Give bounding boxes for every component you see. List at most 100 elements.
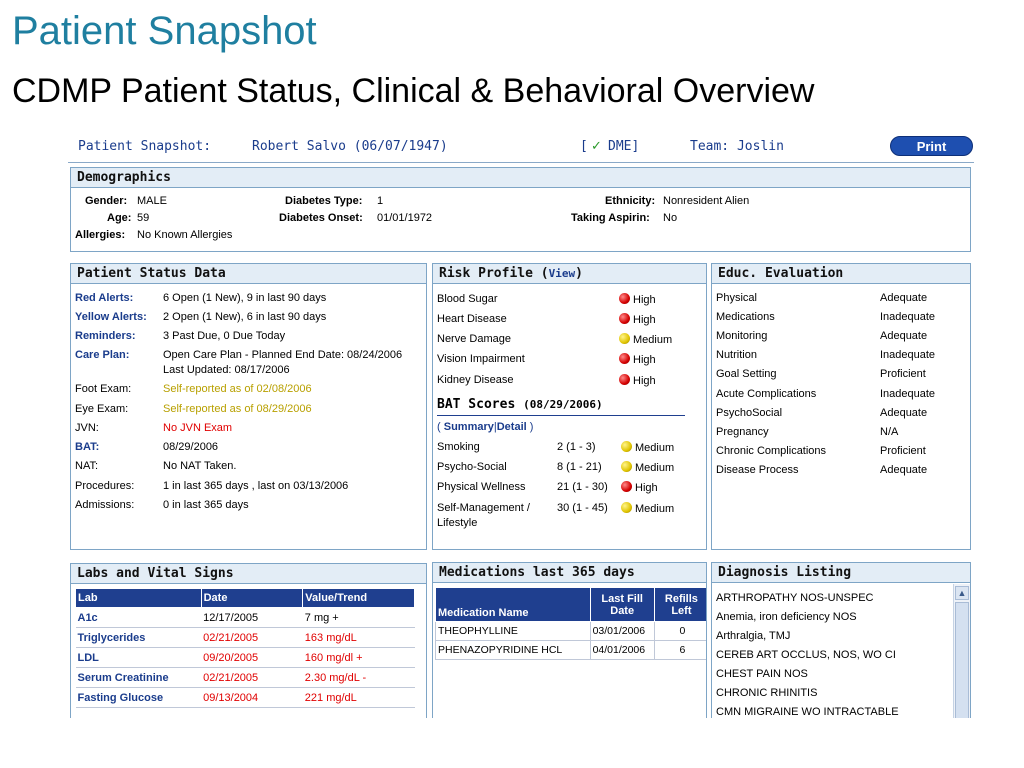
bat-level: High xyxy=(621,481,658,494)
bat-level: Medium xyxy=(621,502,674,515)
educ-topic: Acute Complications xyxy=(716,388,817,400)
lab-name[interactable]: A1c xyxy=(75,607,202,628)
risk-level-text: High xyxy=(633,294,656,306)
header-divider xyxy=(68,162,974,163)
list-item[interactable]: Anemia, iron deficiency NOS xyxy=(716,611,857,623)
nat-label: NAT: xyxy=(75,460,99,472)
yellow-alerts-link[interactable]: Yellow Alerts: xyxy=(75,311,147,323)
column-header[interactable]: Value/Trend xyxy=(302,588,415,608)
list-item[interactable]: CMN MIGRAINE WO INTRACTABLE xyxy=(716,706,899,718)
column-header[interactable]: Date xyxy=(200,588,304,608)
yellow-status-icon xyxy=(619,333,630,344)
red-alerts-link[interactable]: Red Alerts: xyxy=(75,292,133,304)
panel-title: Demographics xyxy=(71,168,970,188)
bat-detail-link[interactable]: Detail xyxy=(497,421,527,433)
risk-level-text: High xyxy=(633,375,656,387)
med-date: 04/01/2006 xyxy=(589,640,655,660)
risk-level: High xyxy=(619,374,656,387)
educ-rating: Inadequate xyxy=(880,349,936,361)
risk-name: Kidney Disease xyxy=(437,374,514,386)
check-icon: ✓ xyxy=(591,139,602,154)
age-label: Age: xyxy=(107,212,132,224)
educ-rating: Adequate xyxy=(880,330,928,342)
educ-rating: Adequate xyxy=(880,464,928,476)
educ-evaluation-panel: Educ. Evaluation Physical Adequate Medic… xyxy=(711,263,971,550)
column-header[interactable]: Lab xyxy=(75,588,202,608)
lab-date: 02/21/2005 xyxy=(201,667,303,688)
lab-name[interactable]: Serum Creatinine xyxy=(75,667,202,688)
table-row: PHENAZOPYRIDINE HCL 04/01/2006 6 xyxy=(435,640,706,660)
bat-name: Physical Wellness xyxy=(437,481,526,493)
risk-view-link[interactable]: View xyxy=(549,267,576,280)
col-title: Left xyxy=(671,604,692,617)
aspirin-label: Taking Aspirin: xyxy=(571,212,650,224)
red-status-icon xyxy=(619,313,630,324)
snapshot-header: Patient Snapshot: Robert Salvo (06/07/19… xyxy=(68,130,974,162)
scroll-thumb[interactable] xyxy=(955,602,969,718)
risk-name: Nerve Damage xyxy=(437,333,511,345)
list-item[interactable]: Arthralgia, TMJ xyxy=(716,630,790,642)
lab-name[interactable]: Fasting Glucose xyxy=(75,687,202,708)
med-refills: 6 xyxy=(653,640,706,660)
table-row: Triglycerides 02/21/2005 163 mg/dL xyxy=(75,627,415,648)
list-item[interactable]: CHEST PAIN NOS xyxy=(716,668,808,680)
bat-name: Self-Management / xyxy=(437,502,530,514)
lab-date: 09/13/2004 xyxy=(201,687,303,708)
bat-name: Smoking xyxy=(437,441,480,453)
lab-value: 160 mg/dl + xyxy=(302,647,415,668)
col-title: Refills xyxy=(664,592,698,605)
educ-rating: Proficient xyxy=(880,368,926,380)
diabetes-type-value: 1 xyxy=(377,195,384,207)
educ-topic: Medications xyxy=(716,311,775,323)
list-item[interactable]: CEREB ART OCCLUS, NOS, WO CI xyxy=(716,649,896,661)
educ-topic: Nutrition xyxy=(716,349,757,361)
diagnosis-scrollbar[interactable]: ▲ xyxy=(953,584,970,718)
lab-name[interactable]: LDL xyxy=(75,647,202,668)
column-header[interactable]: Medication Name xyxy=(435,587,591,622)
educ-rating: Adequate xyxy=(880,407,928,419)
table-row: A1c 12/17/2005 7 mg + xyxy=(75,607,415,628)
bat-summary-link[interactable]: Summary xyxy=(444,421,494,433)
panel-title: Medications last 365 days xyxy=(433,563,706,583)
care-plan-link[interactable]: Care Plan: xyxy=(75,349,129,361)
column-header[interactable]: Refills Left xyxy=(653,587,706,622)
labs-table: Lab Date Value/Trend A1c 12/17/2005 7 mg… xyxy=(75,588,415,708)
educ-rating: Inadequate xyxy=(880,311,936,323)
col-title: Date xyxy=(610,604,635,617)
med-name: THEOPHYLLINE xyxy=(435,621,591,641)
panel-title: Labs and Vital Signs xyxy=(71,564,426,584)
aspirin-value: No xyxy=(663,212,678,224)
reminders-link[interactable]: Reminders: xyxy=(75,330,136,342)
red-alerts-value: 6 Open (1 New), 9 in last 90 days xyxy=(163,292,327,304)
bat-scores-heading: BAT Scores (08/29/2006) xyxy=(437,394,685,416)
medications-table: Medication Name Last Fill Date Refills Lef… xyxy=(435,587,706,660)
bat-score: 2 (1 - 3) xyxy=(557,441,596,453)
allergies-label: Allergies: xyxy=(75,229,126,241)
scroll-up-icon[interactable]: ▲ xyxy=(955,586,969,600)
educ-topic: Goal Setting xyxy=(716,368,777,380)
educ-topic: Chronic Complications xyxy=(716,445,827,457)
risk-name: Vision Impairment xyxy=(437,353,525,365)
yellow-alerts-value: 2 Open (1 New), 6 in last 90 days xyxy=(163,311,327,323)
print-button[interactable]: Print xyxy=(890,136,973,156)
bat-value: 08/29/2006 xyxy=(163,441,219,453)
list-item[interactable]: CHRONIC RHINITIS xyxy=(716,687,817,699)
risk-level: High xyxy=(619,313,656,326)
procedures-value: 1 in last 365 days , last on 03/13/2006 xyxy=(163,480,349,492)
risk-title-text: Risk Profile ( xyxy=(439,266,549,281)
care-plan-updated: Last Updated: 08/17/2006 xyxy=(163,364,290,376)
list-item[interactable]: ARTHROPATHY NOS-UNSPEC xyxy=(716,592,874,604)
jvn-value: No JVN Exam xyxy=(163,422,233,434)
dme-link[interactable]: DME] xyxy=(608,139,639,154)
lab-name[interactable]: Triglycerides xyxy=(75,627,202,648)
educ-topic: Pregnancy xyxy=(716,426,769,438)
risk-level-text: High xyxy=(633,354,656,366)
meds-header-row: Medication Name Last Fill Date Refills Lef… xyxy=(435,587,706,622)
risk-level: High xyxy=(619,293,656,306)
bat-score: 21 (1 - 30) xyxy=(557,481,608,493)
diagnosis-panel: Diagnosis Listing ARTHROPATHY NOS-UNSPEC… xyxy=(711,562,971,718)
bat-link[interactable]: BAT: xyxy=(75,441,99,453)
column-header[interactable]: Last Fill Date xyxy=(589,587,655,622)
patient-name[interactable]: Robert Salvo (06/07/1947) xyxy=(252,139,448,154)
snapshot-label: Patient Snapshot: xyxy=(78,139,212,154)
